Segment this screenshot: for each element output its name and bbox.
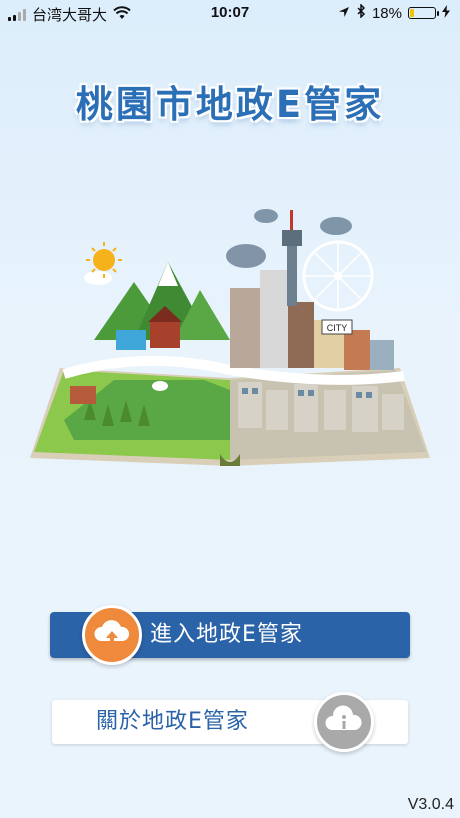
city-sign: CITY: [327, 323, 348, 333]
charging-bolt-icon: [442, 4, 450, 22]
enter-button[interactable]: 進入地政E管家: [50, 605, 410, 665]
battery-icon: [408, 7, 439, 19]
bluetooth-icon: [356, 3, 366, 22]
status-bar: 台湾大哥大 10:07 18%: [0, 0, 460, 26]
pop-up-book-city-icon: CITY: [24, 190, 436, 480]
about-button-label: 關於地政E管家: [96, 709, 249, 734]
battery-level: [410, 9, 414, 17]
app-title: 桃園市地政E管家: [75, 83, 385, 126]
location-arrow-icon: [338, 5, 350, 22]
status-right: 18%: [338, 3, 450, 22]
about-button[interactable]: 關於地政E管家: [52, 692, 408, 752]
enter-button-label: 進入地政E管家: [150, 622, 303, 647]
version-label: V3.0.4: [407, 796, 454, 813]
cloud-upload-icon: [82, 605, 142, 665]
battery-percent: 18%: [371, 4, 402, 22]
info-cloud-icon: [314, 692, 374, 752]
